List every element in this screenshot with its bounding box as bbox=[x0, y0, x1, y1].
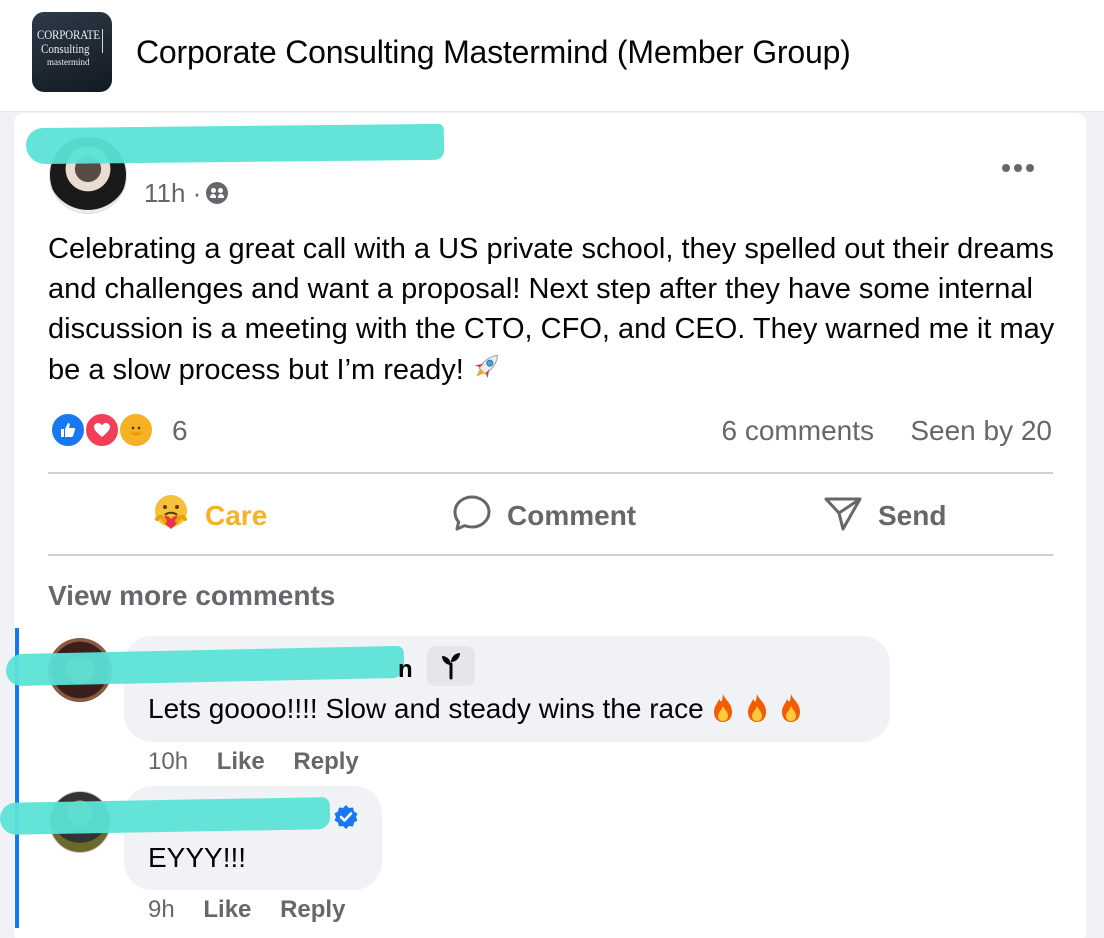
reaction-icons[interactable] bbox=[50, 412, 160, 450]
send-label: Send bbox=[878, 500, 947, 531]
group-audience-icon bbox=[206, 182, 228, 204]
commenter-1-name-tail[interactable]: n bbox=[398, 656, 413, 684]
send-paper-plane-icon bbox=[822, 492, 864, 541]
comment-1-text: Lets goooo!!!! Slow and steady wins the … bbox=[148, 692, 806, 725]
fire-emoji-icon bbox=[742, 692, 772, 724]
post-text: Celebrating a great call with a US priva… bbox=[48, 233, 1055, 386]
group-header: CORPORATE Consulting mastermind Corporat… bbox=[0, 0, 1104, 112]
rocket-emoji-icon bbox=[470, 349, 504, 383]
fire-emoji-icon bbox=[708, 692, 738, 724]
group-logo[interactable]: CORPORATE Consulting mastermind bbox=[32, 12, 112, 92]
comment-2-like-button[interactable]: Like bbox=[203, 896, 251, 923]
logo-text-line2: Consulting bbox=[41, 41, 90, 56]
reaction-count[interactable]: 6 bbox=[172, 415, 188, 447]
comment-bubble-icon bbox=[451, 492, 493, 541]
comment-1-like-button[interactable]: Like bbox=[217, 748, 265, 775]
fire-emoji-icon bbox=[776, 692, 806, 724]
care-label: Care bbox=[205, 500, 268, 531]
comments-count[interactable]: 6 comments bbox=[722, 415, 875, 447]
like-reaction-icon bbox=[50, 412, 86, 448]
send-button[interactable]: Send bbox=[822, 493, 946, 539]
comment-2-meta: 9h Like Reply bbox=[148, 896, 345, 924]
logo-divider bbox=[102, 29, 103, 53]
comment-2-reply-button[interactable]: Reply bbox=[280, 896, 345, 923]
divider-bottom bbox=[48, 554, 1053, 556]
comment-1-message: Lets goooo!!!! Slow and steady wins the … bbox=[148, 693, 704, 724]
care-emoji-icon bbox=[151, 493, 191, 540]
care-button[interactable]: Care bbox=[151, 493, 267, 539]
comment-2-text: EYYY!!! bbox=[148, 842, 247, 873]
comment-1-time[interactable]: 10h bbox=[148, 748, 188, 775]
view-more-comments-link[interactable]: View more comments bbox=[48, 580, 335, 612]
seen-by-count[interactable]: Seen by 20 bbox=[910, 415, 1052, 447]
logo-text-line3: mastermind bbox=[47, 57, 90, 67]
verified-badge-icon bbox=[333, 804, 359, 830]
divider-top bbox=[48, 472, 1053, 474]
comment-1-reply-button[interactable]: Reply bbox=[293, 748, 358, 775]
redacted-author-name bbox=[25, 123, 445, 165]
comment-label: Comment bbox=[507, 500, 637, 531]
care-reaction-icon bbox=[118, 412, 154, 448]
post-timestamp[interactable]: 11h · bbox=[144, 178, 201, 209]
comment-button[interactable]: Comment bbox=[451, 493, 636, 539]
love-reaction-icon bbox=[84, 412, 120, 448]
more-options-icon[interactable] bbox=[998, 158, 1038, 178]
comment-1-meta: 10h Like Reply bbox=[148, 748, 359, 776]
comment-2-time[interactable]: 9h bbox=[148, 896, 175, 923]
sprout-icon bbox=[442, 653, 460, 680]
post-body: Celebrating a great call with a US priva… bbox=[48, 229, 1058, 390]
redacted-commenter-2-name bbox=[0, 797, 331, 835]
newcomer-badge[interactable] bbox=[427, 646, 475, 686]
group-title[interactable]: Corporate Consulting Mastermind (Member … bbox=[136, 34, 851, 71]
